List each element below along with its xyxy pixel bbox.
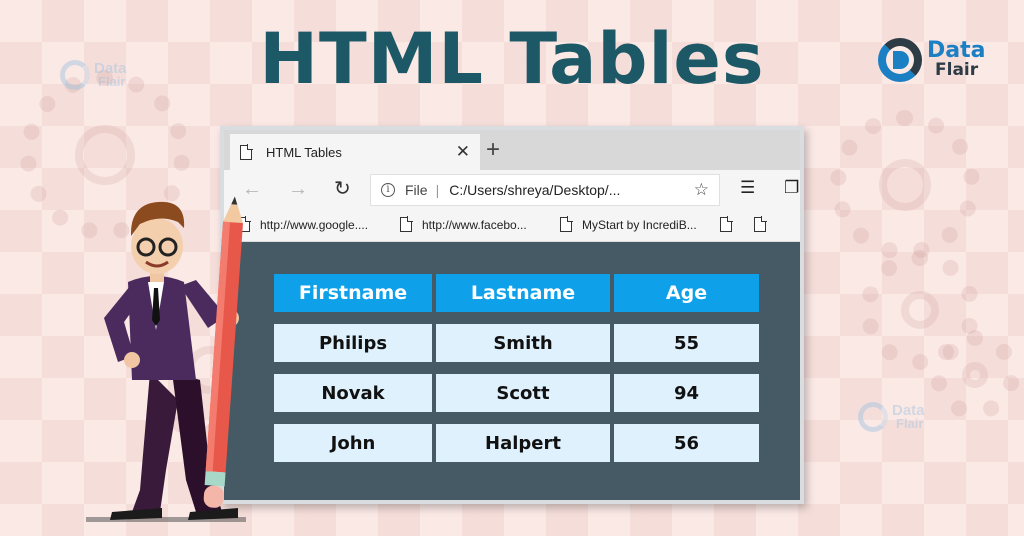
favorites-icon[interactable]: ❐ [784, 178, 799, 198]
watermark-mark-icon [858, 402, 888, 432]
favorite-item[interactable] [754, 217, 766, 232]
table-header-row: Firstname Lastname Age [274, 274, 759, 312]
left-arm [104, 286, 140, 362]
table-cell: Scott [436, 374, 610, 412]
table-cell: 56 [614, 424, 759, 462]
table-row: Novak Scott 94 [274, 374, 759, 412]
watermark-text: Flair [892, 418, 925, 430]
table-cell: Halpert [436, 424, 610, 462]
column-header: Age [614, 274, 759, 312]
plus-icon[interactable]: + [486, 136, 500, 164]
right-shoe [188, 508, 238, 520]
background-gear [930, 330, 1020, 420]
favorite-label: MyStart by IncrediB... [582, 218, 697, 232]
page-icon [240, 145, 252, 160]
smile [146, 262, 168, 266]
left-shoe [110, 508, 162, 520]
page-content: Firstname Lastname Age Philips Smith 55 … [224, 242, 804, 504]
address-bar[interactable]: i File | C:/Users/shreya/Desktop/... ☆ [370, 174, 720, 206]
favorites-bar: http://www.google.... http://www.facebo.… [224, 210, 804, 242]
favorite-item[interactable]: http://www.google.... [238, 217, 368, 232]
refresh-icon[interactable]: ↻ [334, 177, 351, 201]
forward-arrow-icon[interactable]: → [288, 177, 308, 201]
watermark-logo: DataFlair [858, 402, 925, 432]
page-icon [754, 217, 766, 232]
page-title: HTML Tables [0, 18, 1024, 100]
address-scheme-label: File [405, 182, 428, 198]
navigation-bar: ← → ↻ i File | C:/Users/shreya/Desktop/.… [224, 170, 804, 210]
table-row: Philips Smith 55 [274, 324, 759, 362]
logo-text-line2: Flair [927, 62, 985, 79]
close-icon[interactable]: ✕ [456, 142, 470, 162]
tab-html-tables[interactable]: HTML Tables ✕ [230, 134, 480, 170]
tab-bar: HTML Tables ✕ + [224, 130, 804, 170]
favorite-item[interactable]: http://www.facebo... [400, 217, 527, 232]
favorite-label: http://www.google.... [260, 218, 368, 232]
favorite-label: http://www.facebo... [422, 218, 527, 232]
reading-list-icon[interactable]: ☰ [740, 178, 755, 198]
table-cell: Novak [274, 374, 432, 412]
page-icon [400, 217, 412, 232]
dataflair-logo: Data Flair [876, 34, 985, 84]
table-cell: Smith [436, 324, 610, 362]
table-row: John Halpert 56 [274, 424, 759, 462]
favorite-item[interactable] [720, 217, 732, 232]
neck [150, 266, 164, 282]
star-icon[interactable]: ☆ [694, 180, 709, 200]
html-table: Firstname Lastname Age Philips Smith 55 … [270, 262, 763, 474]
browser-window: HTML Tables ✕ + ← → ↻ i File | C:/Users/… [220, 126, 804, 504]
logo-text-line1: Data [927, 40, 985, 62]
ground-shadow [86, 517, 246, 522]
tab-title: HTML Tables [266, 145, 456, 160]
logo-mark-icon [876, 34, 924, 84]
page-icon [720, 217, 732, 232]
table-cell: 55 [614, 324, 759, 362]
left-hand [124, 352, 140, 368]
table-cell: 94 [614, 374, 759, 412]
column-header: Firstname [274, 274, 432, 312]
glasses-left-icon [138, 239, 154, 255]
favorite-item[interactable]: MyStart by IncrediB... [560, 217, 697, 232]
column-header: Lastname [436, 274, 610, 312]
table-cell: Philips [274, 324, 432, 362]
background-gear [830, 110, 980, 260]
address-separator: | [436, 182, 440, 198]
address-url[interactable]: C:/Users/shreya/Desktop/... [449, 182, 694, 198]
glasses-right-icon [160, 239, 176, 255]
page-icon [238, 217, 250, 232]
info-icon[interactable]: i [381, 183, 395, 197]
back-arrow-icon[interactable]: ← [242, 177, 262, 201]
page-icon [560, 217, 572, 232]
table-cell: John [274, 424, 432, 462]
